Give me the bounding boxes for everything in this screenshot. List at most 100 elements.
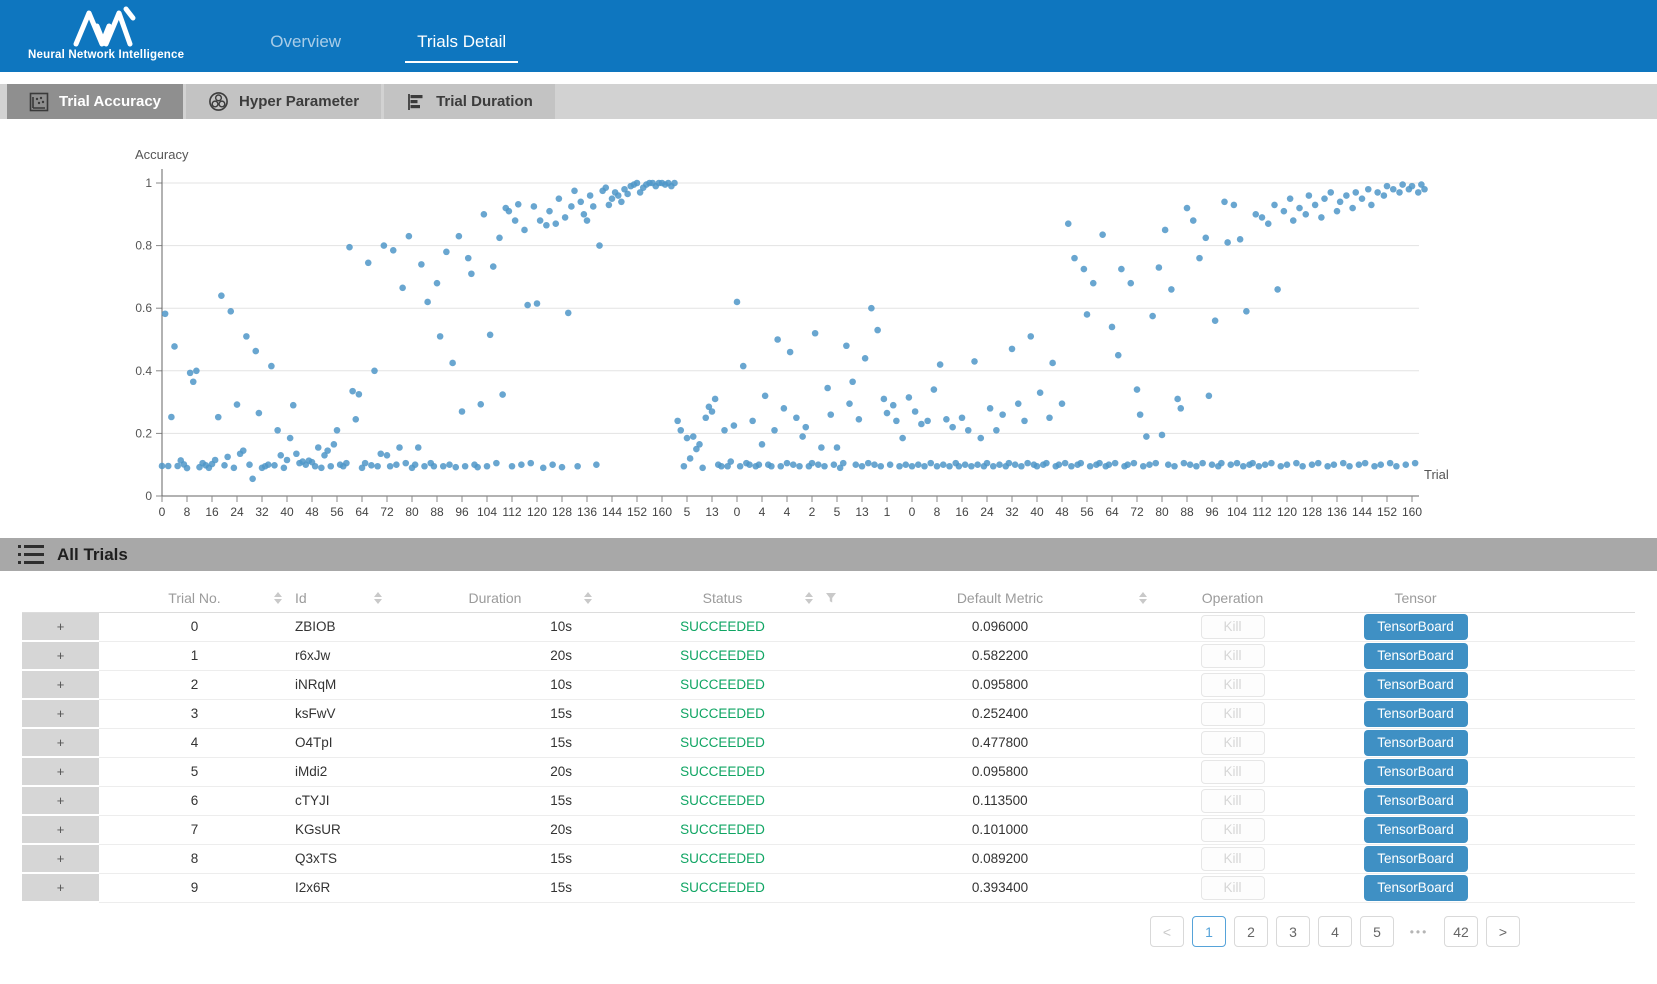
scatter-point <box>690 433 697 440</box>
scatter-point <box>1377 461 1384 468</box>
scatter-point <box>859 463 866 470</box>
page-button-3[interactable]: 3 <box>1276 916 1310 947</box>
scatter-point <box>909 463 916 470</box>
nni-logo-mark <box>70 6 142 48</box>
filter-icon[interactable] <box>825 592 837 604</box>
kill-button[interactable]: Kill <box>1201 702 1265 726</box>
x-tick-label: 112 <box>502 505 521 519</box>
expand-row-button[interactable]: + <box>22 786 99 815</box>
col-duration-label: Duration <box>469 590 522 606</box>
scatter-point <box>393 461 400 468</box>
sort-id[interactable] <box>374 592 382 604</box>
expand-row-button[interactable]: + <box>22 612 99 641</box>
kill-button[interactable]: Kill <box>1201 847 1265 871</box>
nav-tab-trials-detail[interactable]: Trials Detail <box>405 26 518 63</box>
tab-trial-accuracy[interactable]: Trial Accuracy <box>7 84 183 119</box>
page-button-1[interactable]: 1 <box>1192 916 1226 947</box>
next-page-button[interactable]: > <box>1486 916 1520 947</box>
kill-button[interactable]: Kill <box>1201 789 1265 813</box>
page-ellipsis[interactable]: ••• <box>1402 916 1436 947</box>
scatter-point <box>943 416 950 423</box>
tensorboard-button[interactable]: TensorBoard <box>1364 817 1468 843</box>
page-button-2[interactable]: 2 <box>1234 916 1268 947</box>
accuracy-scatter-plot[interactable]: Trial 00.20.40.60.8108162432404856647280… <box>0 119 1657 534</box>
status-cell: SUCCEEDED <box>600 728 845 757</box>
expand-row-button[interactable]: + <box>22 873 99 902</box>
prev-page-button[interactable]: < <box>1150 916 1184 947</box>
scatter-point <box>781 405 788 412</box>
scatter-point <box>240 447 247 454</box>
scatter-point <box>1190 217 1197 224</box>
scatter-point <box>1071 255 1078 262</box>
kill-button[interactable]: Kill <box>1201 673 1265 697</box>
tab-trial-accuracy-label: Trial Accuracy <box>59 93 161 110</box>
scatter-point <box>684 435 691 442</box>
nav-tab-overview[interactable]: Overview <box>258 26 353 63</box>
tensorboard-button[interactable]: TensorBoard <box>1364 643 1468 669</box>
scatter-point <box>1015 400 1022 407</box>
nni-logo[interactable]: Neural Network Intelligence <box>28 6 184 61</box>
expand-row-button[interactable]: + <box>22 670 99 699</box>
kill-button[interactable]: Kill <box>1201 644 1265 668</box>
tensorboard-button[interactable]: TensorBoard <box>1364 701 1468 727</box>
page-button-5[interactable]: 5 <box>1360 916 1394 947</box>
scatter-point <box>1402 461 1409 468</box>
expand-row-button[interactable]: + <box>22 699 99 728</box>
scatter-point <box>265 461 272 468</box>
scatter-point <box>518 461 525 468</box>
sort-trial-no[interactable] <box>274 592 282 604</box>
kill-button[interactable]: Kill <box>1201 760 1265 784</box>
tensorboard-button[interactable]: TensorBoard <box>1364 614 1468 640</box>
status-cell: SUCCEEDED <box>600 670 845 699</box>
scatter-point <box>190 378 197 385</box>
kill-button[interactable]: Kill <box>1201 615 1265 639</box>
status-badge: SUCCEEDED <box>680 648 765 663</box>
expand-row-button[interactable]: + <box>22 641 99 670</box>
logo-title: Neural Network Intelligence <box>28 49 184 61</box>
expand-row-button[interactable]: + <box>22 815 99 844</box>
tensorboard-button[interactable]: TensorBoard <box>1364 672 1468 698</box>
scatter-point <box>1177 405 1184 412</box>
scatter-point <box>609 195 616 202</box>
sort-duration[interactable] <box>584 592 592 604</box>
expand-row-button[interactable]: + <box>22 844 99 873</box>
expand-row-button[interactable]: + <box>22 728 99 757</box>
scatter-point <box>165 463 172 470</box>
x-tick-label: 32 <box>1005 505 1019 519</box>
tensorboard-button[interactable]: TensorBoard <box>1364 846 1468 872</box>
tensorboard-button[interactable]: TensorBoard <box>1364 759 1468 785</box>
scatter-point <box>1243 308 1250 315</box>
tab-hyper-parameter[interactable]: Hyper Parameter <box>186 84 381 119</box>
bar-chart-icon <box>406 92 426 112</box>
scatter-point <box>896 463 903 470</box>
x-tick-label: 0 <box>734 505 741 519</box>
kill-button[interactable]: Kill <box>1201 818 1265 842</box>
page-button-4[interactable]: 4 <box>1318 916 1352 947</box>
sort-status[interactable] <box>805 592 813 604</box>
kill-button[interactable]: Kill <box>1201 876 1265 900</box>
status-cell: SUCCEEDED <box>600 641 845 670</box>
status-cell: SUCCEEDED <box>600 786 845 815</box>
expand-row-button[interactable]: + <box>22 757 99 786</box>
scatter-point <box>562 214 569 221</box>
scatter-point <box>387 463 394 470</box>
scatter-point <box>187 370 194 377</box>
sort-default-metric[interactable] <box>1139 592 1147 604</box>
page-button-42[interactable]: 42 <box>1444 916 1478 947</box>
scatter-point <box>402 460 409 467</box>
scatter-point <box>521 227 528 234</box>
tensorboard-button[interactable]: TensorBoard <box>1364 875 1468 901</box>
scatter-point <box>312 463 319 470</box>
scatter-point <box>1277 463 1284 470</box>
scatter-point <box>1368 202 1375 209</box>
scatter-point <box>527 460 534 467</box>
scatter-point <box>1112 460 1119 467</box>
tensorboard-button[interactable]: TensorBoard <box>1364 730 1468 756</box>
col-tensor: Tensor <box>1310 585 1635 612</box>
tensorboard-button[interactable]: TensorBoard <box>1364 788 1468 814</box>
tab-trial-duration[interactable]: Trial Duration <box>384 84 555 119</box>
scatter-point <box>940 461 947 468</box>
kill-button[interactable]: Kill <box>1201 731 1265 755</box>
scatter-point <box>1384 183 1391 190</box>
scatter-point <box>512 217 519 224</box>
